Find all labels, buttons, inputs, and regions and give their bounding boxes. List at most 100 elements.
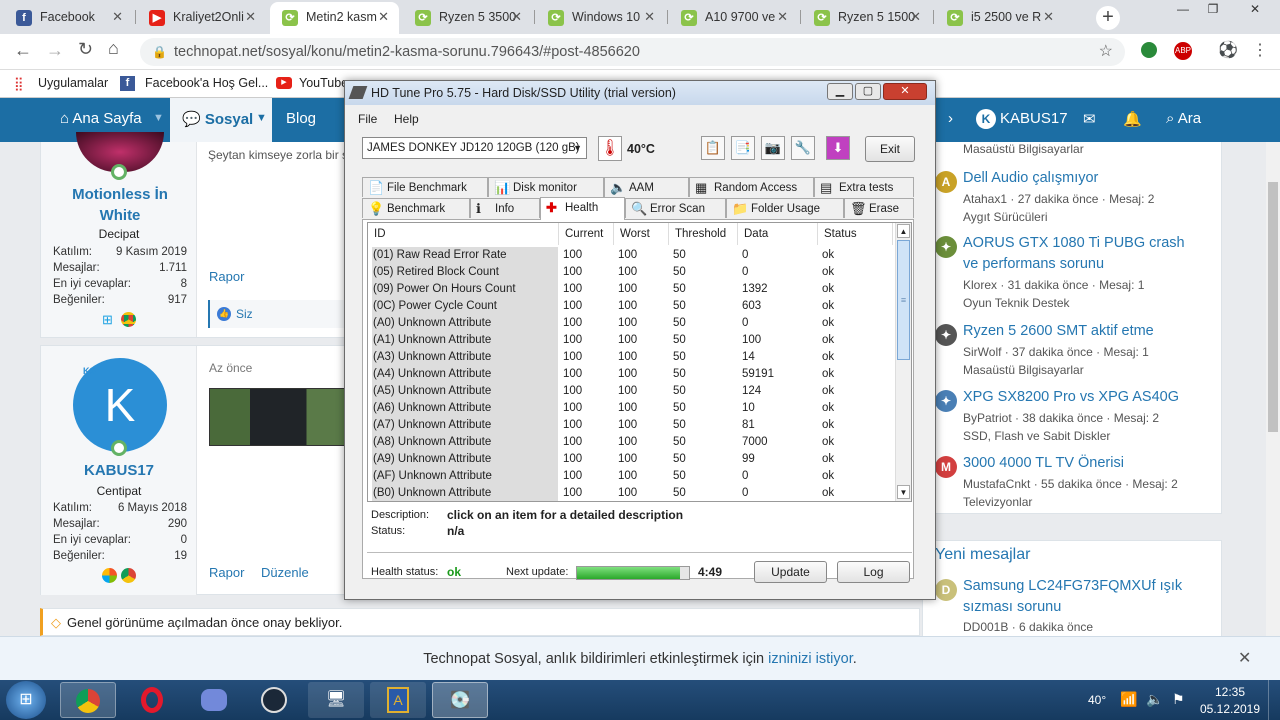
table-row[interactable]: (B0) Unknown Attribute 100 100 50 0 ok	[368, 485, 893, 501]
bookmark-youtube[interactable]: YouTube	[299, 76, 348, 90]
table-row[interactable]: (09) Power On Hours Count 100 100 50 1392 ok	[368, 281, 893, 298]
thread-title[interactable]: Ryzen 5 2600 SMT aktif etme	[963, 321, 1203, 342]
tab-close-icon[interactable]: ✕	[511, 2, 522, 32]
post2-attachment-thumbnail[interactable]	[209, 388, 345, 446]
tab-info[interactable]: ℹ Info	[470, 198, 540, 218]
save-download-icon[interactable]: ⬇	[826, 136, 850, 160]
extension-icon[interactable]	[1141, 42, 1157, 58]
post2-report-link[interactable]: Rapor	[209, 565, 244, 580]
hdtune-maximize-button[interactable]: ▢	[855, 83, 881, 100]
forward-icon[interactable]: →	[46, 40, 64, 61]
browser-tab[interactable]: ⟳ Windows 10 ✕	[536, 2, 665, 34]
tab-aam[interactable]: 🔈 AAM	[604, 177, 689, 197]
tab-health[interactable]: ✚ Health	[540, 197, 625, 220]
table-row[interactable]: (A0) Unknown Attribute 100 100 50 0 ok	[368, 315, 893, 332]
network-icon[interactable]: 📶	[1120, 691, 1137, 708]
tab-extra-tests[interactable]: ▤ Extra tests	[814, 177, 914, 197]
nav-chevron-icon[interactable]: ›	[948, 110, 953, 127]
table-row[interactable]: (A8) Unknown Attribute 100 100 50 7000 ok	[368, 434, 893, 451]
restore-icon[interactable]: ❐	[1200, 0, 1226, 20]
notif-permission-link[interactable]: izninizi istiyor	[768, 651, 853, 667]
page-scrollbar-thumb[interactable]	[1268, 182, 1278, 432]
table-row[interactable]: (A1) Unknown Attribute 100 100 50 100 ok	[368, 332, 893, 349]
new-post-avatar[interactable]: D	[935, 579, 957, 601]
sidebar-new-heading[interactable]: Yeni mesajlar	[935, 546, 1030, 564]
hdtune-close-button[interactable]: ✕	[883, 83, 927, 100]
minimize-icon[interactable]: —	[1170, 0, 1196, 20]
tab-close-icon[interactable]: ✕	[1043, 2, 1054, 32]
nav-social-dropdown[interactable]: ▼	[256, 112, 267, 124]
thread-forum[interactable]: Aygıt Sürücüleri	[963, 208, 1048, 226]
page-scrollbar[interactable]	[1266, 142, 1280, 636]
thread-title[interactable]: AORUS GTX 1080 Ti PUBG crash ve performa…	[963, 233, 1203, 275]
notif-close-icon[interactable]: ✕	[1238, 637, 1251, 681]
nav-home-dropdown[interactable]: ▼	[153, 112, 164, 124]
table-row[interactable]: (A3) Unknown Attribute 100 100 50 14 ok	[368, 349, 893, 366]
taskbar-opera-icon[interactable]	[124, 682, 180, 718]
exit-button[interactable]: Exit	[865, 136, 915, 162]
flag-icon[interactable]: ⚑	[1172, 691, 1185, 708]
browser-tab[interactable]: ⟳ i5 2500 ve R ✕	[935, 2, 1064, 34]
browser-tab[interactable]: ⟳ Ryzen 5 3500 ✕	[403, 2, 532, 34]
extension-ball-icon[interactable]: ⚽	[1218, 40, 1238, 60]
thread-avatar[interactable]: M	[935, 456, 957, 478]
volume-icon[interactable]: 🔈	[1146, 691, 1163, 708]
thread-title[interactable]: XPG SX8200 Pro vs XPG AS40G	[963, 387, 1203, 408]
thread-forum[interactable]: Oyun Teknik Destek	[963, 294, 1070, 312]
tab-close-icon[interactable]: ✕	[910, 2, 921, 32]
home-icon[interactable]: ⌂	[108, 38, 119, 59]
col-data[interactable]: Data	[738, 223, 818, 245]
table-row[interactable]: (05) Retired Block Count 100 100 50 0 ok	[368, 264, 893, 281]
col-current[interactable]: Current	[559, 223, 614, 245]
post2-edit-link[interactable]: Düzenle	[261, 565, 309, 580]
table-row[interactable]: (A6) Unknown Attribute 100 100 50 10 ok	[368, 400, 893, 417]
taskbar-chrome-icon[interactable]	[60, 682, 116, 718]
new-tab-button[interactable]: +	[1096, 6, 1120, 30]
table-row[interactable]: (A4) Unknown Attribute 100 100 50 59191 ok	[368, 366, 893, 383]
browser-tab[interactable]: ⟳ Metin2 kasm ✕	[270, 2, 399, 34]
thread-avatar[interactable]: A	[935, 171, 957, 193]
table-row[interactable]: (AF) Unknown Attribute 100 100 50 0 ok	[368, 468, 893, 485]
close-window-icon[interactable]: ✕	[1230, 0, 1280, 20]
post1-likers[interactable]: Siz	[236, 307, 253, 321]
bell-icon[interactable]: 🔔	[1123, 110, 1142, 128]
taskbar-game-icon[interactable]: A	[370, 682, 426, 718]
show-desktop-button[interactable]	[1268, 680, 1280, 720]
tab-error-scan[interactable]: 🔍 Error Scan	[625, 198, 726, 218]
thread-forum[interactable]: Televizyonlar	[963, 493, 1032, 511]
address-bar[interactable]: 🔒 technopat.net/sosyal/konu/metin2-kasma…	[140, 38, 1125, 66]
tray-date[interactable]: 05.12.2019	[1197, 702, 1263, 716]
hdtune-titlebar[interactable]: HD Tune Pro 5.75 - Hard Disk/SSD Utility…	[345, 81, 935, 105]
user-avatar-small[interactable]: K	[976, 109, 996, 129]
table-scrollbar-thumb[interactable]: ≡	[897, 240, 910, 360]
thread-avatar[interactable]: ✦	[935, 324, 957, 346]
bookmark-facebook[interactable]: Facebook'a Hoş Gel...	[145, 76, 268, 90]
taskbar-app-icon[interactable]: 🖥	[308, 682, 364, 718]
table-row[interactable]: (A7) Unknown Attribute 100 100 50 81 ok	[368, 417, 893, 434]
scroll-up-arrow[interactable]: ▲	[897, 224, 910, 238]
post1-username[interactable]: Motionless İn White	[61, 184, 179, 226]
scroll-down-arrow[interactable]: ▼	[897, 485, 910, 499]
new-post-title[interactable]: Samsung LC24FG73FQMXUf ışık sızması soru…	[963, 576, 1198, 618]
options-icon[interactable]: 🔧	[791, 136, 815, 160]
tab-file-benchmark[interactable]: 📄 File Benchmark	[362, 177, 488, 197]
thread-avatar[interactable]: ✦	[935, 236, 957, 258]
tray-time[interactable]: 12:35	[1205, 685, 1255, 699]
browser-tab[interactable]: ▶ Kraliyet2Onli ✕	[137, 2, 266, 34]
tab-close-icon[interactable]: ✕	[112, 2, 123, 32]
taskbar-hdtune-icon[interactable]: 💽	[432, 682, 488, 718]
menu-icon[interactable]: ⋮	[1252, 40, 1268, 60]
update-button[interactable]: Update	[754, 561, 827, 583]
copy-all-icon[interactable]: 📑	[731, 136, 755, 160]
tab-close-icon[interactable]: ✕	[378, 2, 389, 32]
col-threshold[interactable]: Threshold	[669, 223, 738, 245]
tab-close-icon[interactable]: ✕	[777, 2, 788, 32]
col-worst[interactable]: Worst	[614, 223, 669, 245]
reload-icon[interactable]: ↻	[78, 39, 93, 60]
apps-icon[interactable]: ⣿	[14, 76, 24, 92]
inbox-icon[interactable]: ✉	[1083, 110, 1096, 128]
tab-folder-usage[interactable]: 📁 Folder Usage	[726, 198, 844, 218]
browser-tab[interactable]: ⟳ A10 9700 ve ✕	[669, 2, 798, 34]
tab-close-icon[interactable]: ✕	[644, 2, 655, 32]
taskbar-discord-icon[interactable]	[186, 682, 242, 718]
